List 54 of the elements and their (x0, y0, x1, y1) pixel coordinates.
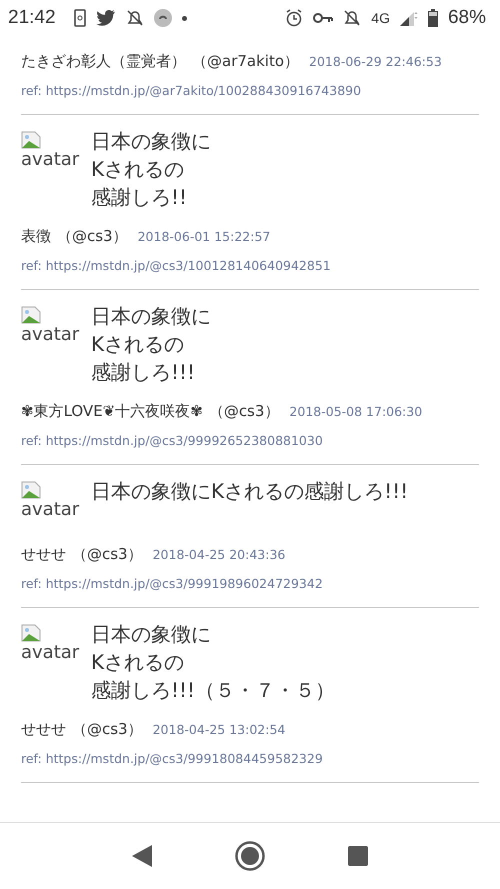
author-handle: （@cs3） (57, 227, 128, 246)
bird-icon (96, 10, 116, 26)
post-text: 感謝しろ!!! (91, 359, 196, 386)
recents-icon[interactable] (348, 846, 368, 866)
post-text: 日本の象徴に (91, 621, 212, 648)
alarm-icon (285, 9, 304, 27)
post-date: 2018-04-25 20:43:36 (152, 547, 286, 562)
key-icon (313, 12, 334, 24)
network-type: 4G (371, 10, 390, 26)
signal-icon (400, 10, 418, 26)
post-text: 日本の象徴に (91, 128, 211, 155)
status-time: 21:42 (8, 7, 56, 29)
broken-image-icon (21, 306, 41, 324)
app-icon (154, 9, 172, 27)
post-text: Kされるの (91, 156, 186, 183)
author-name: ✾東方LOVE❦十六夜咲夜✾ (21, 402, 203, 421)
post-text: 日本の象徴に (91, 303, 211, 330)
author-handle: （@cs3） (72, 720, 143, 739)
post-text: Kされるの (91, 331, 186, 358)
battery-icon (428, 9, 438, 27)
ref-link[interactable]: ref: https://mstdn.jp/@cs3/100128140640942851 (21, 253, 479, 279)
post-date: 2018-04-25 13:02:54 (152, 722, 286, 737)
avatar-alt-text: avatar (21, 324, 80, 346)
dot-icon (182, 16, 187, 20)
author-handle: （@ar7akito） (192, 52, 300, 71)
avatar-alt-text: avatar (21, 642, 80, 664)
post-date: 2018-05-08 17:06:30 (289, 404, 422, 419)
notifications-off-icon (343, 9, 362, 27)
ref-link[interactable]: ref: https://mstdn.jp/@cs3/99992652380881030 (21, 428, 479, 454)
author-handle: （@cs3） (72, 545, 143, 564)
broken-image-icon (21, 481, 41, 499)
notifications-off-icon (126, 9, 144, 27)
phone-icon (74, 9, 86, 27)
post-date: 2018-06-29 22:46:53 (309, 54, 442, 69)
ref-link[interactable]: ref: https://mstdn.jp/@cs3/99918084459582329 (21, 746, 479, 772)
ref-link[interactable]: ref: https://mstdn.jp/@cs3/99919896024729342 (21, 571, 479, 597)
post-text: 日本の象徴にKされるの感謝しろ!!! (91, 478, 408, 505)
author-handle: （@cs3） (208, 402, 280, 421)
post-text: Kされるの (91, 649, 186, 676)
post-date: 2018-06-01 15:22:57 (138, 229, 270, 244)
ref-link[interactable]: ref: https://mstdn.jp/@ar7akito/100288430916743890 (21, 78, 479, 104)
broken-image-icon (21, 624, 41, 642)
post-text: 感謝しろ!!!（５・７・５） (91, 677, 336, 704)
battery-percent: 68% (448, 7, 486, 29)
author-name: 表徴 (21, 227, 51, 246)
broken-image-icon (21, 131, 41, 149)
avatar-alt-text: avatar (21, 149, 80, 171)
back-icon[interactable] (132, 845, 152, 867)
post-text: 感謝しろ!! (91, 184, 188, 211)
author-name: たきざわ彰人（霊覚者） (21, 52, 186, 71)
avatar-alt-text: avatar (21, 499, 80, 521)
author-name: せせせ (21, 545, 66, 564)
home-icon[interactable] (234, 841, 265, 871)
author-name: せせせ (21, 720, 66, 739)
